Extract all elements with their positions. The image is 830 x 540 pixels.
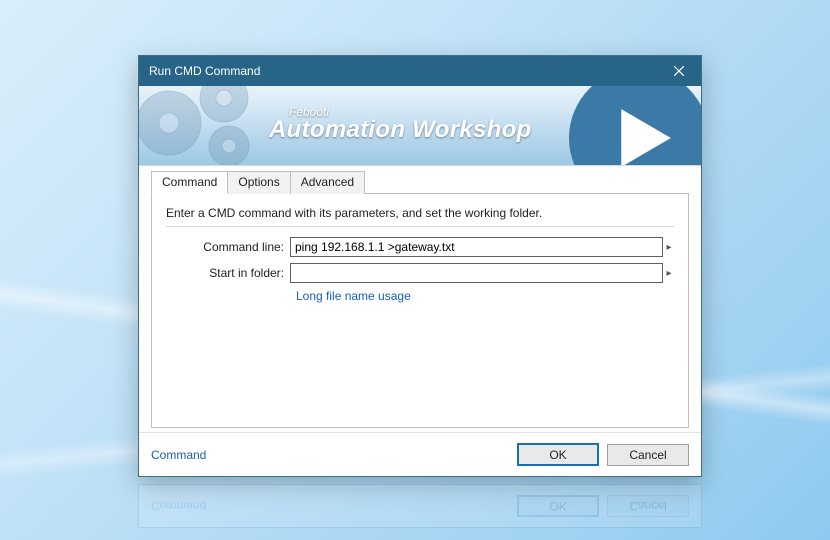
product-brand: Febooti Automation Workshop (269, 106, 532, 142)
ok-button[interactable]: OK (517, 443, 599, 466)
tab-command[interactable]: Command (151, 171, 228, 194)
chevron-right-icon: ▸ (666, 268, 671, 279)
command-line-label: Command line: (166, 240, 290, 254)
client-area: Command Options Advanced Enter a CMD com… (139, 166, 701, 432)
header-banner: Febooti Automation Workshop (139, 86, 701, 166)
close-icon (674, 66, 684, 76)
play-icon (613, 107, 675, 166)
brand-big-label: Automation Workshop (269, 118, 532, 142)
play-circle-icon (569, 86, 701, 166)
command-line-input[interactable] (290, 237, 663, 257)
tab-advanced[interactable]: Advanced (290, 171, 365, 194)
title-bar[interactable]: Run CMD Command (139, 56, 701, 86)
close-button[interactable] (656, 56, 701, 86)
tab-options[interactable]: Options (227, 171, 290, 194)
breadcrumb[interactable]: Command (151, 448, 509, 462)
command-line-menu-arrow[interactable]: ▸ (664, 242, 674, 253)
separator (166, 226, 674, 227)
window-title: Run CMD Command (149, 64, 656, 78)
row-start-in: Start in folder: ▸ (166, 263, 674, 283)
cancel-button[interactable]: Cancel (607, 444, 689, 466)
dialog-footer: Command OK Cancel (139, 432, 701, 476)
start-in-label: Start in folder: (166, 266, 290, 280)
start-in-menu-arrow[interactable]: ▸ (664, 268, 674, 279)
desktop-background: Run CMD Command (0, 0, 830, 540)
row-command-line: Command line: ▸ (166, 237, 674, 257)
instruction-text: Enter a CMD command with its parameters,… (166, 206, 674, 220)
tab-panel-command: Enter a CMD command with its parameters,… (151, 194, 689, 428)
start-in-input[interactable] (290, 263, 663, 283)
chevron-right-icon: ▸ (666, 242, 671, 253)
dialog-window: Run CMD Command (138, 55, 702, 477)
tab-strip: Command Options Advanced (151, 170, 689, 194)
help-link-long-file-name[interactable]: Long file name usage (296, 289, 674, 303)
